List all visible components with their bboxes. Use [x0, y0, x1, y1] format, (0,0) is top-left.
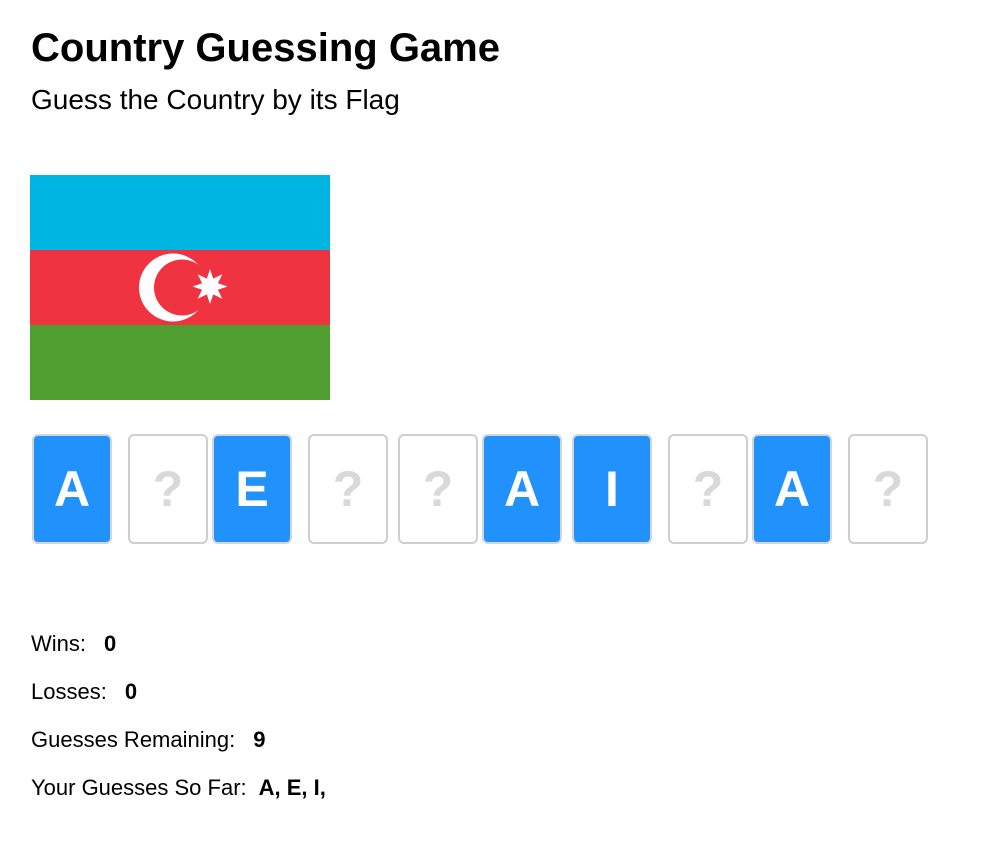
guesses-so-far-label: Your Guesses So Far:: [31, 775, 247, 800]
guesses-so-far-stat: Your Guesses So Far: A, E, I,: [31, 772, 326, 820]
letter-tile: A: [32, 434, 112, 544]
letter-tile: ?: [128, 434, 208, 544]
letter-tile: A: [482, 434, 562, 544]
country-flag: [30, 175, 330, 400]
flag-stripe-top: [30, 175, 330, 250]
guesses-remaining-label: Guesses Remaining:: [31, 727, 236, 752]
game-stats: Wins: 0 Losses: 0 Guesses Remaining: 9 Your…: [31, 628, 326, 820]
losses-value: 0: [124, 679, 138, 704]
game-page: Country Guessing Game Guess the Country …: [0, 0, 1007, 841]
flag-star-icon: [192, 269, 228, 304]
guesses-remaining-value: 9: [253, 727, 266, 752]
letter-tile: I: [572, 434, 652, 544]
letter-tile: ?: [668, 434, 748, 544]
wins-value: 0: [104, 631, 117, 656]
page-subtitle: Guess the Country by its Flag: [31, 84, 400, 115]
wins-stat: Wins: 0: [31, 628, 326, 676]
letter-tile: ?: [848, 434, 928, 544]
letter-tile: E: [212, 434, 292, 544]
flag-stripe-bottom: [30, 325, 330, 400]
losses-label: Losses:: [31, 679, 107, 704]
guesses-so-far-value: A, E, I,: [258, 775, 326, 800]
losses-stat: Losses: 0: [31, 676, 326, 724]
letter-tile: ?: [308, 434, 388, 544]
letter-tile: ?: [398, 434, 478, 544]
wins-label: Wins:: [31, 631, 86, 656]
page-title: Country Guessing Game: [31, 26, 500, 70]
word-tiles: A ? E ? ? A I ? A ?: [32, 434, 992, 544]
letter-tile: A: [752, 434, 832, 544]
guesses-remaining-stat: Guesses Remaining: 9: [31, 724, 326, 772]
